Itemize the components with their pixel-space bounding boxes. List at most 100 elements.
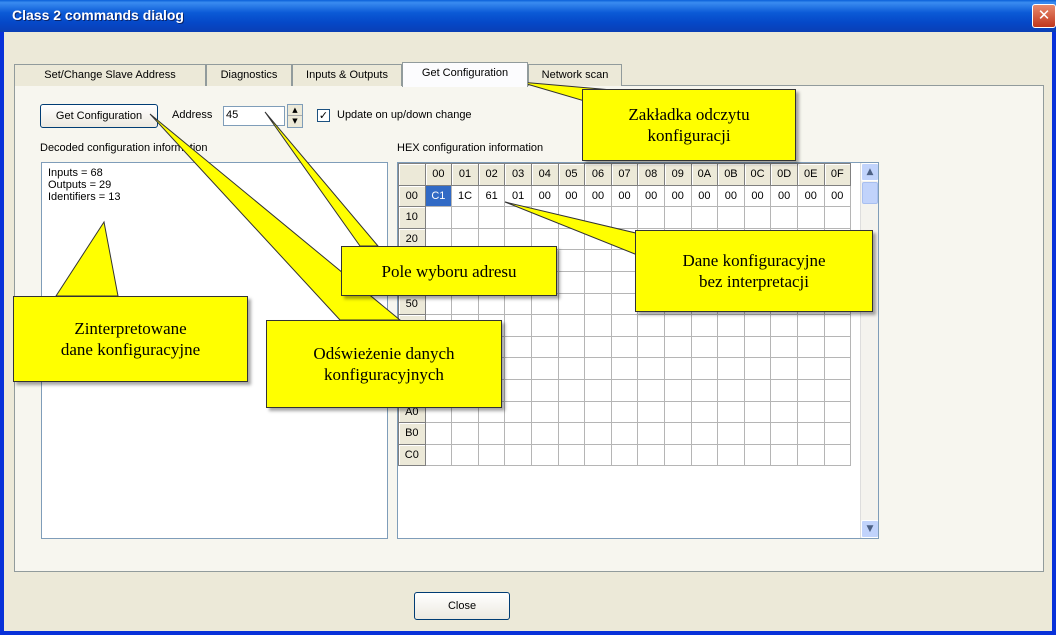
spin-down-icon[interactable]: ▼	[288, 116, 302, 127]
hex-cell[interactable]	[663, 378, 692, 402]
title-bar[interactable]: Class 2 commands dialog ✕	[0, 0, 1056, 32]
hex-cell[interactable]	[504, 422, 532, 445]
hex-cell[interactable]	[663, 400, 692, 424]
hex-cell[interactable]	[663, 357, 692, 380]
hex-cell[interactable]: 00	[796, 184, 825, 208]
hex-cell[interactable]	[424, 422, 453, 445]
hex-cell[interactable]	[610, 249, 639, 272]
hex-cell[interactable]	[770, 335, 798, 359]
hex-cell[interactable]	[610, 206, 639, 229]
hex-cell[interactable]	[584, 422, 612, 445]
hex-cell[interactable]	[663, 443, 692, 467]
hex-cell[interactable]: 00	[584, 184, 612, 208]
hex-cell[interactable]	[530, 335, 559, 359]
hex-cell[interactable]	[637, 378, 665, 402]
hex-cell[interactable]	[796, 443, 825, 467]
hex-cell[interactable]	[530, 422, 559, 445]
hex-cell[interactable]	[663, 335, 692, 359]
hex-cell[interactable]	[823, 400, 852, 424]
hex-cell[interactable]	[610, 314, 639, 337]
hex-cell[interactable]	[743, 314, 772, 337]
hex-cell[interactable]	[663, 314, 692, 337]
hex-cell[interactable]	[637, 335, 665, 359]
hex-cell[interactable]	[584, 249, 612, 272]
hex-cell[interactable]	[584, 443, 612, 467]
spin-up-icon[interactable]: ▲	[288, 105, 302, 116]
hex-cell[interactable]	[424, 292, 453, 316]
hex-cell[interactable]	[557, 400, 586, 424]
hex-cell[interactable]	[823, 422, 852, 445]
hex-cell[interactable]	[637, 443, 665, 467]
hex-cell[interactable]	[690, 357, 719, 380]
tab-set-change-slave-address[interactable]: Set/Change Slave Address	[14, 64, 206, 86]
hex-cell[interactable]	[557, 227, 586, 251]
hex-cell[interactable]	[557, 422, 586, 445]
hex-cell[interactable]	[530, 292, 559, 316]
hex-cell[interactable]	[584, 335, 612, 359]
hex-grid[interactable]: 00 01 02 03 04 05 06 07 08 09 0A 0B 0C 0D 0E 0F 00 C1 1C 61…	[398, 163, 852, 467]
hex-cell[interactable]	[717, 206, 745, 229]
hex-cell[interactable]	[690, 443, 719, 467]
tab-diagnostics[interactable]: Diagnostics	[206, 64, 292, 86]
hex-cell[interactable]	[637, 206, 665, 229]
hex-cell[interactable]	[477, 422, 506, 445]
hex-cell[interactable]	[717, 378, 745, 402]
hex-cell[interactable]	[796, 422, 825, 445]
hex-cell[interactable]	[743, 443, 772, 467]
hex-cell[interactable]	[451, 206, 479, 229]
hex-cell[interactable]	[504, 292, 532, 316]
update-checkbox[interactable]: ✓	[317, 109, 330, 122]
hex-cell[interactable]	[770, 206, 798, 229]
hex-cell[interactable]	[584, 206, 612, 229]
hex-cell[interactable]	[690, 314, 719, 337]
hex-cell[interactable]	[770, 378, 798, 402]
hex-cell[interactable]	[770, 422, 798, 445]
hex-cell[interactable]	[690, 206, 719, 229]
hex-cell[interactable]: 00	[690, 184, 719, 208]
scroll-up-icon[interactable]: ▲	[861, 163, 878, 181]
hex-cell[interactable]	[477, 443, 506, 467]
tab-get-configuration[interactable]: Get Configuration	[402, 62, 528, 87]
hex-cell[interactable]	[690, 335, 719, 359]
hex-cell[interactable]: 00	[610, 184, 639, 208]
hex-cell[interactable]	[584, 270, 612, 294]
hex-cell[interactable]: 00	[530, 184, 559, 208]
hex-cell[interactable]	[717, 422, 745, 445]
hex-cell[interactable]	[637, 357, 665, 380]
hex-cell[interactable]	[823, 335, 852, 359]
hex-cell[interactable]: 00	[770, 184, 798, 208]
hex-cell[interactable]: 00	[637, 184, 665, 208]
hex-cell[interactable]	[504, 206, 532, 229]
hex-cell[interactable]	[530, 400, 559, 424]
hex-cell[interactable]	[663, 206, 692, 229]
hex-cell[interactable]	[451, 292, 479, 316]
hex-cell[interactable]	[557, 270, 586, 294]
hex-cell[interactable]	[504, 378, 532, 402]
hex-cell[interactable]	[584, 400, 612, 424]
scroll-down-icon[interactable]: ▼	[861, 520, 878, 538]
hex-cell[interactable]	[610, 227, 639, 251]
hex-cell[interactable]	[690, 400, 719, 424]
hex-cell[interactable]	[584, 292, 612, 316]
hex-cell[interactable]	[557, 314, 586, 337]
hex-cell[interactable]: 00	[557, 184, 586, 208]
hex-cell[interactable]	[717, 314, 745, 337]
scroll-thumb[interactable]	[862, 182, 878, 204]
address-field[interactable]: 45	[223, 106, 285, 126]
hex-cell[interactable]	[557, 335, 586, 359]
hex-cell[interactable]	[584, 314, 612, 337]
close-icon[interactable]: ✕	[1032, 4, 1056, 28]
hex-cell[interactable]	[717, 400, 745, 424]
hex-cell[interactable]	[557, 206, 586, 229]
hex-cell[interactable]	[504, 335, 532, 359]
hex-cell[interactable]	[823, 357, 852, 380]
hex-cell[interactable]	[557, 443, 586, 467]
hex-cell[interactable]	[424, 443, 453, 467]
hex-cell[interactable]	[743, 357, 772, 380]
hex-cell[interactable]	[717, 443, 745, 467]
tab-network-scan[interactable]: Network scan	[528, 64, 622, 86]
hex-cell[interactable]	[770, 357, 798, 380]
hex-cell[interactable]	[557, 357, 586, 380]
hex-cell[interactable]	[663, 422, 692, 445]
hex-cell[interactable]	[610, 335, 639, 359]
